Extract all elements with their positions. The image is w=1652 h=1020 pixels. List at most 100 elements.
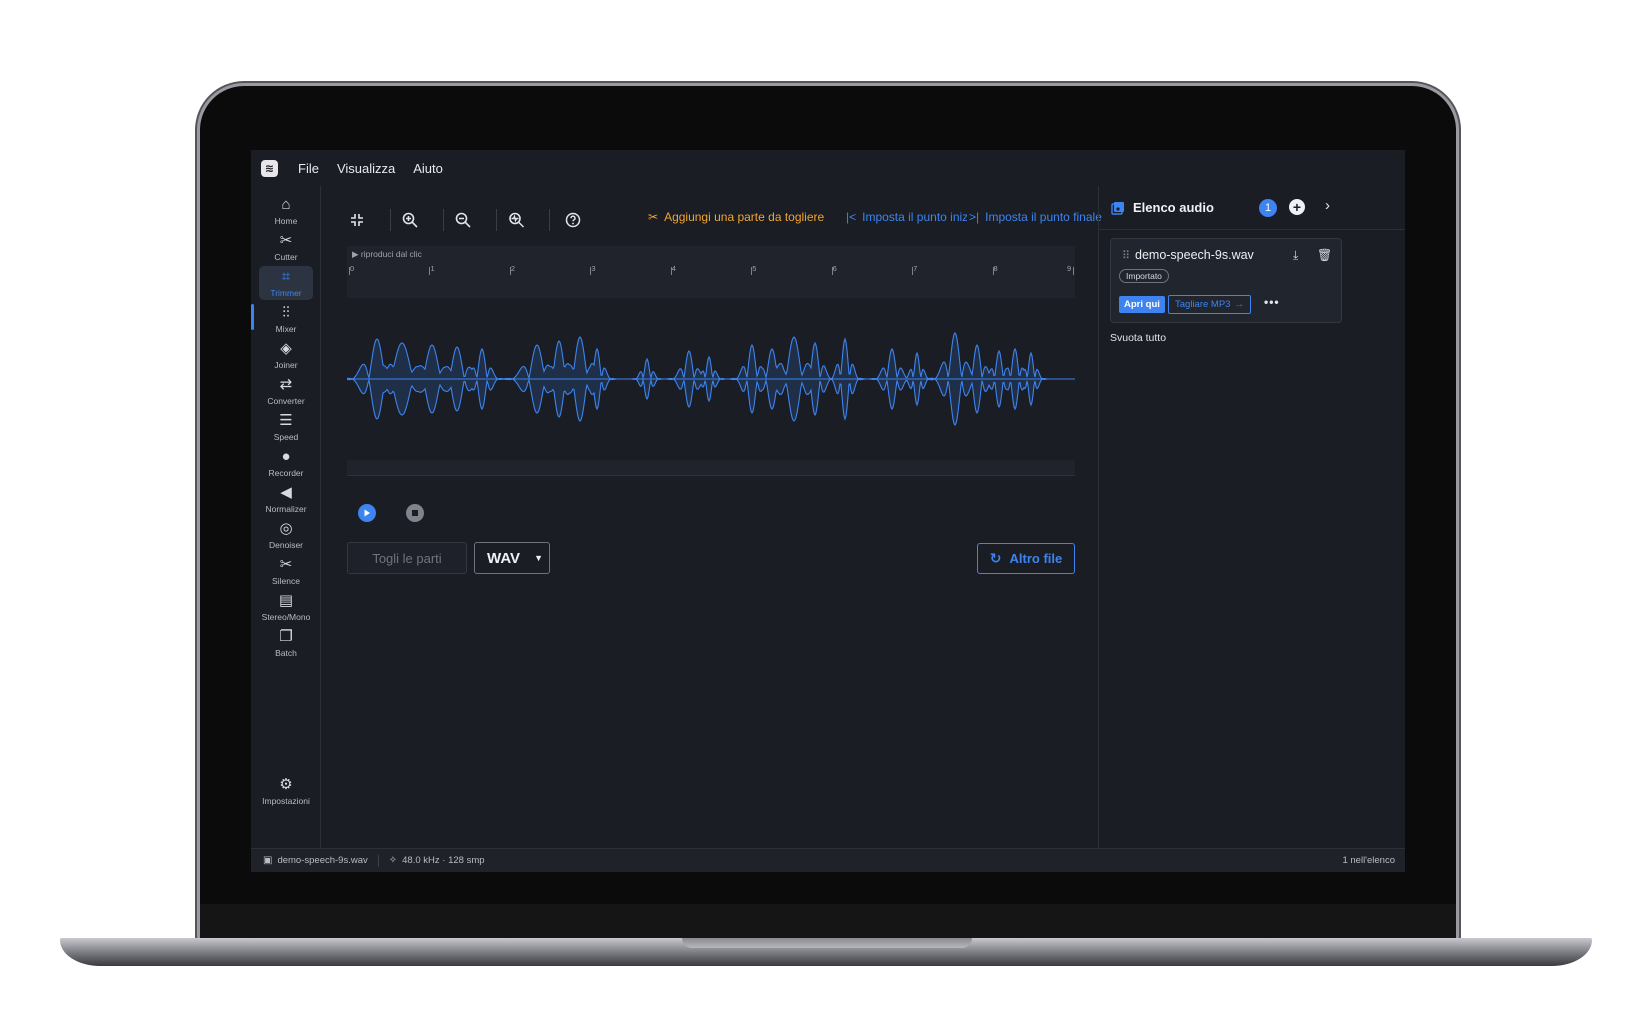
trash-icon[interactable]: 🗑	[1317, 248, 1332, 262]
scissors-icon: ✂	[279, 231, 293, 249]
laptop-bezel	[200, 904, 1456, 940]
play-from-click-hint: ▶ riproduci dal clic	[352, 249, 422, 259]
denoise-icon: ◎	[279, 519, 293, 537]
caret-down-icon: ▼	[534, 553, 543, 563]
toolbar-divider	[549, 209, 550, 231]
file-card[interactable]: ⠿ demo-speech-9s.wav ⤓ 🗑 Importato Apri …	[1110, 238, 1342, 323]
ruler-label: 1	[430, 264, 435, 273]
sidebar-item-stereo-mono[interactable]: ▤ Stereo/Mono	[259, 590, 313, 624]
sidebar-item-joiner[interactable]: ◈ Joiner	[259, 338, 313, 372]
time-ruler[interactable]: 0 1 2 3 4 5 6 7 8 9	[347, 260, 1075, 278]
stop-button[interactable]	[406, 504, 424, 522]
sidebar-item-converter[interactable]: ⇄ Converter	[259, 374, 313, 408]
toolbar-divider	[443, 209, 444, 231]
count-badge: 1	[1259, 199, 1277, 217]
scissors-icon: ✂	[279, 555, 293, 573]
other-file-button[interactable]: ↻ Altro file	[977, 543, 1075, 574]
add-file-button[interactable]: +	[1289, 199, 1305, 215]
refresh-icon: ↻	[989, 550, 1002, 566]
ruler-tick	[1073, 267, 1074, 275]
swap-icon: ⇄	[279, 375, 293, 393]
more-options-icon[interactable]: •••	[1264, 295, 1280, 309]
download-icon[interactable]: ⤓	[1293, 248, 1298, 263]
ruler-label: 0	[350, 264, 355, 273]
menu-file[interactable]: File	[298, 161, 319, 176]
mixer-icon: ⫶⫶	[282, 303, 290, 321]
menu-view[interactable]: Visualizza	[337, 161, 395, 176]
plus-icon: +	[1292, 199, 1302, 215]
sidebar-item-cutter[interactable]: ✂ Cutter	[259, 230, 313, 264]
ruler-label: 6	[832, 264, 837, 273]
sidebar-item-trimmer[interactable]: ⌗ Trimmer	[259, 266, 313, 300]
sidebar: ⌂ Home ✂ Cutter ⌗ Trimmer ⫶⫶ Mixer ◈ Joi…	[251, 186, 321, 848]
status-badge: Importato	[1119, 269, 1169, 283]
app-logo-icon[interactable]: ≋	[261, 159, 278, 177]
add-cut-button[interactable]: ✂ Aggiungi una parte da togliere	[648, 210, 824, 224]
crop-icon: ⌗	[281, 267, 291, 285]
sidebar-item-recorder[interactable]: ● Recorder	[259, 446, 313, 480]
timeline-header: ▶ riproduci dal clic 0 1 2 3 4 5 6 7 8 9	[347, 246, 1075, 298]
status-info: ✧ 48.0 kHz · 128 smp	[388, 855, 485, 866]
toolbar-divider	[390, 209, 391, 231]
menu-help[interactable]: Aiuto	[413, 161, 443, 176]
home-icon: ⌂	[281, 195, 291, 213]
sidebar-item-mixer[interactable]: ⫶⫶ Mixer	[259, 302, 313, 336]
layers-icon: ◈	[280, 339, 292, 357]
format-select[interactable]: WAV ▼	[474, 542, 550, 574]
drag-handle-icon[interactable]: ⠿	[1122, 249, 1130, 262]
file-icon: ▣	[263, 855, 273, 866]
ruler-label: 3	[591, 264, 596, 273]
ruler-label: 5	[752, 264, 757, 273]
ruler-label: 9	[1067, 264, 1072, 273]
status-file: ▣ demo-speech-9s.wav	[263, 855, 368, 866]
transport-controls	[358, 504, 424, 522]
ruler-label: 4	[671, 264, 676, 273]
play-icon	[364, 509, 370, 517]
sidebar-item-batch[interactable]: ❐ Batch	[259, 626, 313, 660]
scissors-icon: ✂	[648, 210, 659, 224]
menubar: ≋ File Visualizza Aiuto	[251, 150, 1405, 186]
chevron-right-icon[interactable]: ›	[1325, 197, 1330, 214]
sidebar-item-home[interactable]: ⌂ Home	[259, 194, 313, 228]
playlist-icon	[1111, 201, 1124, 215]
waveform-icon: ✧	[388, 855, 398, 866]
remove-parts-button[interactable]: Togli le parti	[347, 542, 467, 574]
stop-icon	[412, 510, 418, 516]
stereo-icon: ▤	[278, 591, 294, 609]
sliders-icon: ☰	[279, 411, 293, 429]
zoom-fit-icon[interactable]	[503, 207, 529, 233]
batch-icon: ❐	[279, 627, 293, 645]
clear-all-button[interactable]: Svuota tutto	[1110, 332, 1166, 344]
play-button[interactable]	[358, 504, 376, 522]
ruler-label: 8	[993, 264, 998, 273]
skip-start-icon: |<	[846, 210, 857, 224]
set-end-button[interactable]: >| Imposta il punto finale	[967, 210, 1102, 224]
status-divider	[377, 854, 379, 867]
sidebar-item-denoiser[interactable]: ◎ Denoiser	[259, 518, 313, 552]
status-count: 1 nell'elenco	[1342, 855, 1395, 866]
ruler-label: 7	[913, 264, 918, 273]
waveform-timeline[interactable]: ▶ riproduci dal clic 0 1 2 3 4 5 6 7 8 9	[347, 246, 1075, 476]
sidebar-item-silence[interactable]: ✂ Silence	[259, 554, 313, 588]
cut-mp3-button[interactable]: Tagliare MP3 →	[1168, 295, 1251, 314]
open-here-button[interactable]: Apri qui	[1119, 296, 1165, 313]
speaker-icon: ◀	[280, 483, 292, 501]
collapse-icon[interactable]	[344, 207, 370, 233]
sidebar-item-speed[interactable]: ☰ Speed	[259, 410, 313, 444]
zoom-in-icon[interactable]	[397, 207, 423, 233]
arrow-right-icon: →	[1234, 299, 1244, 310]
waveform[interactable]	[347, 298, 1075, 460]
panel-title: Elenco audio	[1133, 200, 1214, 215]
set-start-button[interactable]: |< Imposta il punto iniziale	[846, 210, 987, 224]
sidebar-item-normalizer[interactable]: ◀ Normalizer	[259, 482, 313, 516]
file-name: demo-speech-9s.wav	[1135, 248, 1254, 262]
microphone-icon: ●	[281, 447, 291, 465]
gear-icon: ⚙	[279, 775, 293, 793]
ruler-label: 2	[510, 264, 516, 273]
sidebar-item-settings[interactable]: ⚙ Impostazioni	[257, 774, 315, 808]
laptop-notch	[682, 938, 972, 948]
help-icon[interactable]	[560, 207, 586, 233]
status-bar: ▣ demo-speech-9s.wav ✧ 48.0 kHz · 128 sm…	[251, 848, 1405, 872]
audio-list-panel: Elenco audio 1 + › ⠿ demo-speech-9s.wav …	[1098, 186, 1405, 848]
zoom-out-icon[interactable]	[450, 207, 476, 233]
